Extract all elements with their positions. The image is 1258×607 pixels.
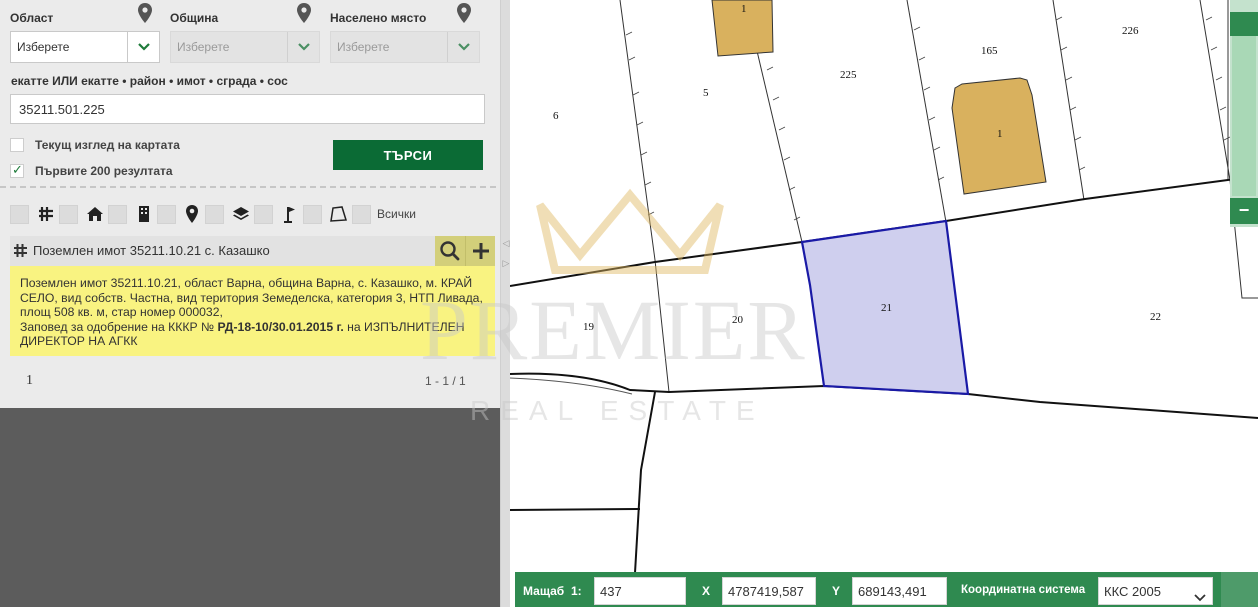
first200-checkbox[interactable]: ✓: [10, 162, 24, 178]
parcel-label: 22: [1150, 311, 1161, 323]
location-pin-icon: [138, 3, 152, 23]
search-panel: Област Изберете Община Изберете Населено…: [0, 0, 500, 408]
coord-system-select[interactable]: ККС 2005: [1098, 577, 1213, 605]
coord-system-value: ККС 2005: [1104, 584, 1161, 599]
add-result-button[interactable]: [465, 236, 495, 266]
parcel-label: 1: [741, 3, 747, 15]
x-label: X: [702, 584, 711, 598]
region-label: Област: [10, 11, 54, 25]
zoom-in-button[interactable]: [1230, 12, 1258, 36]
order-number: РД-18-10/30.01.2015 г.: [217, 319, 344, 334]
chevron-down-icon: [1194, 594, 1206, 602]
scale-input[interactable]: 437: [594, 577, 686, 605]
parcel-label: 165: [981, 45, 998, 57]
filter-checkbox-polygon[interactable]: [303, 205, 322, 224]
divider: [0, 186, 496, 188]
flag-icon: [284, 207, 295, 223]
x-coordinate: 4787419,587: [722, 577, 816, 605]
empty-panel-area: [0, 408, 500, 607]
parcel-label: 6: [553, 110, 559, 122]
region-select[interactable]: Изберете: [10, 31, 160, 63]
pagination-range: 1 - 1 / 1: [425, 374, 466, 388]
parcel-label: 21: [881, 302, 892, 314]
location-pin-icon: [457, 3, 471, 23]
parcel-label: 5: [703, 87, 709, 99]
checkmark-icon: ✓: [12, 162, 23, 177]
filter-checkbox-layers[interactable]: [205, 205, 224, 224]
municipality-label: Община: [170, 11, 219, 25]
result-row[interactable]: Поземлен имот 35211.10.21 с. Казашко: [10, 236, 495, 266]
parcel-grid-icon: [39, 207, 53, 221]
parcel-label: 1: [997, 128, 1003, 140]
search-label: екатте ИЛИ екатте • район • имот • сград…: [11, 74, 288, 88]
current-view-label: Текущ изглед на картата: [35, 138, 180, 152]
scale-bar: [1221, 572, 1258, 607]
result-details-text: Поземлен имот 35211.10.21, област Варна,…: [20, 276, 483, 319]
zoom-out-button[interactable]: −: [1230, 198, 1258, 224]
panel-splitter[interactable]: ◁ ▷: [500, 0, 510, 607]
parcel-label: 225: [840, 69, 857, 81]
location-pin-icon: [297, 3, 311, 23]
building-icon: [139, 206, 149, 222]
parcel-label: 19: [583, 321, 595, 333]
filter-checkbox-building[interactable]: [108, 205, 127, 224]
scale-prefix: 1:: [571, 584, 582, 598]
search-button[interactable]: ТЪРСИ: [333, 140, 483, 170]
plus-icon: [473, 243, 489, 259]
chevron-down-icon[interactable]: [127, 32, 159, 62]
municipality-select[interactable]: Изберете: [170, 31, 320, 63]
scale-label: Мащаб: [523, 584, 565, 598]
location-pin-icon: [186, 205, 198, 223]
filter-checkbox-parcel[interactable]: [10, 205, 29, 224]
first200-label: Първите 200 резултата: [35, 164, 173, 178]
result-details: Поземлен имот 35211.10.21, област Варна,…: [10, 266, 495, 356]
polygon-icon: [330, 206, 347, 222]
parcel-label: 20: [732, 314, 744, 326]
map-canvas[interactable]: 1 5 6 225 165 226 1 21 20 19 22: [510, 0, 1258, 607]
current-view-checkbox[interactable]: [10, 138, 24, 152]
settlement-select[interactable]: Изберете: [330, 31, 480, 63]
filter-checkbox-location[interactable]: [157, 205, 176, 224]
cadastral-map[interactable]: 1 5 6 225 165 226 1 21 20 19 22: [510, 0, 1258, 607]
filter-checkbox-home[interactable]: [59, 205, 78, 224]
filter-checkbox-all[interactable]: [352, 205, 371, 224]
zoom-to-result-button[interactable]: [435, 236, 465, 266]
region-select-value: Изберете: [17, 40, 70, 54]
home-icon: [87, 207, 103, 221]
status-bar: Мащаб 1: 437 X 4787419,587 Y 689143,491 …: [515, 572, 1221, 607]
search-input[interactable]: [10, 94, 485, 124]
settlement-select-value: Изберете: [337, 40, 390, 54]
pagination-page[interactable]: 1: [26, 373, 33, 389]
settlement-label: Населено място: [330, 11, 427, 25]
filter-all-label: Всички: [377, 207, 416, 221]
order-prefix: Заповед за одобрение на КККР №: [20, 319, 215, 334]
chevron-down-icon[interactable]: [447, 32, 479, 62]
chevron-down-icon[interactable]: [287, 32, 319, 62]
layers-icon: [233, 207, 249, 220]
filter-checkbox-flag[interactable]: [254, 205, 273, 224]
result-title: Поземлен имот 35211.10.21 с. Казашко: [33, 243, 270, 258]
parcel-grid-icon: [14, 244, 27, 257]
y-label: Y: [832, 584, 841, 598]
municipality-select-value: Изберете: [177, 40, 230, 54]
search-icon: [440, 241, 460, 261]
y-coordinate: 689143,491: [852, 577, 947, 605]
coord-system-label: Координатна система: [961, 584, 1086, 596]
parcel-label: 226: [1122, 25, 1139, 37]
